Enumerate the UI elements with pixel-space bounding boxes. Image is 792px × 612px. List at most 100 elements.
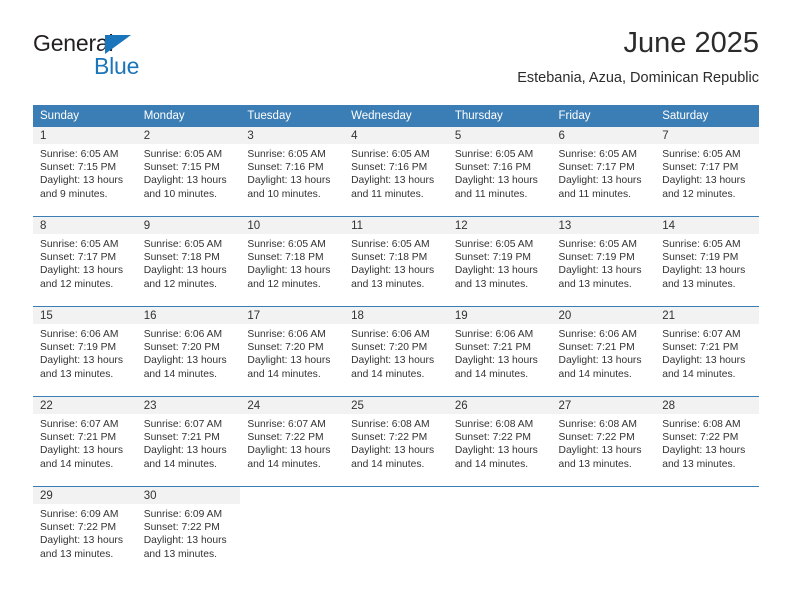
day-number	[447, 487, 552, 504]
sunrise-line: Sunrise: 6:09 AM	[143, 509, 223, 520]
daylight-line-2: and 14 minutes.	[454, 368, 529, 380]
day-details: Sunrise: 6:05 AM Sunset: 7:16 PM Dayligh…	[448, 144, 552, 201]
day-details: Sunrise: 6:08 AM Sunset: 7:22 PM Dayligh…	[448, 414, 552, 471]
sunrise-line: Sunrise: 6:06 AM	[454, 329, 534, 340]
day-cell[interactable]: 21 Sunrise: 6:07 AM Sunset: 7:21 PM Dayl…	[655, 306, 759, 397]
day-cell[interactable]: 10 Sunrise: 6:05 AM Sunset: 7:18 PM Dayl…	[240, 216, 345, 307]
daylight-line-2: and 14 minutes.	[662, 368, 736, 380]
calendar-header-row: Sunday Monday Tuesday Wednesday Thursday…	[33, 105, 759, 127]
day-number: 23	[136, 397, 241, 414]
daylight-line-1: Daylight: 13 hours	[454, 445, 538, 457]
day-number: 20	[551, 307, 656, 324]
weekday-header-sunday: Sunday	[33, 105, 137, 127]
day-cell[interactable]: 24 Sunrise: 6:07 AM Sunset: 7:22 PM Dayl…	[240, 396, 345, 487]
sunrise-line: Sunrise: 6:05 AM	[558, 239, 637, 250]
day-number	[655, 487, 759, 504]
sunrise-line: Sunrise: 6:05 AM	[143, 239, 223, 250]
day-cell[interactable]: 8 Sunrise: 6:05 AM Sunset: 7:17 PM Dayli…	[33, 216, 137, 307]
day-cell[interactable]: 20 Sunrise: 6:06 AM Sunset: 7:21 PM Dayl…	[551, 306, 656, 397]
day-cell[interactable]: 11 Sunrise: 6:05 AM Sunset: 7:18 PM Dayl…	[344, 216, 448, 307]
day-details: Sunrise: 6:09 AM Sunset: 7:22 PM Dayligh…	[33, 504, 137, 561]
day-cell[interactable]: 15 Sunrise: 6:06 AM Sunset: 7:19 PM Dayl…	[33, 306, 137, 397]
day-cell[interactable]: 7 Sunrise: 6:05 AM Sunset: 7:17 PM Dayli…	[655, 127, 759, 217]
day-cell-empty	[551, 486, 656, 576]
day-number	[551, 487, 656, 504]
day-cell[interactable]: 16 Sunrise: 6:06 AM Sunset: 7:20 PM Dayl…	[136, 306, 241, 397]
day-number: 1	[33, 127, 137, 144]
day-cell[interactable]: 14 Sunrise: 6:05 AM Sunset: 7:19 PM Dayl…	[655, 216, 759, 307]
sunrise-line: Sunrise: 6:09 AM	[40, 509, 119, 520]
day-details: Sunrise: 6:05 AM Sunset: 7:16 PM Dayligh…	[344, 144, 448, 201]
day-cell[interactable]: 18 Sunrise: 6:06 AM Sunset: 7:20 PM Dayl…	[344, 306, 448, 397]
sunset-line: Sunset: 7:22 PM	[662, 432, 739, 444]
day-cell[interactable]: 17 Sunrise: 6:06 AM Sunset: 7:20 PM Dayl…	[240, 306, 345, 397]
daylight-line-2: and 12 minutes.	[662, 188, 736, 200]
daylight-line-2: and 11 minutes.	[454, 188, 528, 200]
daylight-line-2: and 14 minutes.	[558, 368, 632, 380]
sunset-line: Sunset: 7:15 PM	[40, 162, 117, 174]
sunset-line: Sunset: 7:18 PM	[143, 252, 220, 264]
daylight-line-1: Daylight: 13 hours	[351, 265, 435, 277]
sunrise-line: Sunrise: 6:06 AM	[351, 329, 430, 340]
calendar-week-row: 29 Sunrise: 6:09 AM Sunset: 7:22 PM Dayl…	[33, 486, 759, 576]
daylight-line-1: Daylight: 13 hours	[143, 355, 227, 367]
day-cell[interactable]: 23 Sunrise: 6:07 AM Sunset: 7:21 PM Dayl…	[136, 396, 241, 487]
day-cell[interactable]: 22 Sunrise: 6:07 AM Sunset: 7:21 PM Dayl…	[33, 396, 137, 487]
day-cell[interactable]: 4 Sunrise: 6:05 AM Sunset: 7:16 PM Dayli…	[344, 127, 448, 217]
sunset-line: Sunset: 7:17 PM	[40, 252, 117, 264]
day-cell[interactable]: 5 Sunrise: 6:05 AM Sunset: 7:16 PM Dayli…	[447, 127, 552, 217]
day-number: 19	[447, 307, 552, 324]
sunrise-line: Sunrise: 6:07 AM	[40, 419, 119, 430]
day-number: 25	[344, 397, 448, 414]
daylight-line-2: and 14 minutes.	[143, 368, 217, 380]
sunset-line: Sunset: 7:22 PM	[351, 432, 428, 444]
day-number: 18	[344, 307, 448, 324]
daylight-line-2: and 9 minutes.	[40, 188, 108, 200]
daylight-line-1: Daylight: 13 hours	[247, 355, 331, 367]
day-cell[interactable]: 30 Sunrise: 6:09 AM Sunset: 7:22 PM Dayl…	[136, 486, 241, 576]
day-cell[interactable]: 26 Sunrise: 6:08 AM Sunset: 7:22 PM Dayl…	[447, 396, 552, 487]
day-cell[interactable]: 19 Sunrise: 6:06 AM Sunset: 7:21 PM Dayl…	[447, 306, 552, 397]
daylight-line-2: and 10 minutes.	[247, 188, 321, 200]
daylight-line-1: Daylight: 13 hours	[143, 445, 227, 457]
daylight-line-1: Daylight: 13 hours	[40, 535, 123, 547]
day-number: 14	[655, 217, 759, 234]
daylight-line-2: and 11 minutes.	[351, 188, 424, 200]
calendar-week-row: 15 Sunrise: 6:06 AM Sunset: 7:19 PM Dayl…	[33, 306, 759, 397]
generalblue-logo[interactable]: General Blue	[33, 30, 233, 86]
day-number: 12	[447, 217, 552, 234]
sunset-line: Sunset: 7:19 PM	[558, 252, 635, 264]
sunset-line: Sunset: 7:17 PM	[558, 162, 635, 174]
day-cell[interactable]: 9 Sunrise: 6:05 AM Sunset: 7:18 PM Dayli…	[136, 216, 241, 307]
daylight-line-2: and 13 minutes.	[143, 548, 217, 560]
day-cell[interactable]: 6 Sunrise: 6:05 AM Sunset: 7:17 PM Dayli…	[551, 127, 656, 217]
sunrise-line: Sunrise: 6:07 AM	[662, 329, 741, 340]
day-cell[interactable]: 25 Sunrise: 6:08 AM Sunset: 7:22 PM Dayl…	[344, 396, 448, 487]
day-cell-empty	[655, 486, 759, 576]
day-number: 26	[447, 397, 552, 414]
day-details: Sunrise: 6:05 AM Sunset: 7:18 PM Dayligh…	[240, 234, 344, 291]
day-cell[interactable]: 1 Sunrise: 6:05 AM Sunset: 7:15 PM Dayli…	[33, 127, 137, 217]
day-cell[interactable]: 2 Sunrise: 6:05 AM Sunset: 7:15 PM Dayli…	[136, 127, 241, 217]
daylight-line-1: Daylight: 13 hours	[40, 355, 123, 367]
day-number: 10	[240, 217, 345, 234]
weekday-header-monday: Monday	[136, 105, 241, 127]
day-cell[interactable]: 29 Sunrise: 6:09 AM Sunset: 7:22 PM Dayl…	[33, 486, 137, 576]
daylight-line-1: Daylight: 13 hours	[558, 355, 642, 367]
calendar-page: General Blue June 2025 Estebania, Azua, …	[0, 0, 792, 612]
sunset-line: Sunset: 7:22 PM	[247, 432, 324, 444]
day-number: 3	[240, 127, 345, 144]
day-cell[interactable]: 27 Sunrise: 6:08 AM Sunset: 7:22 PM Dayl…	[551, 396, 656, 487]
day-number: 4	[344, 127, 448, 144]
weekday-header-tuesday: Tuesday	[240, 105, 345, 127]
daylight-line-1: Daylight: 13 hours	[247, 265, 331, 277]
sunrise-line: Sunrise: 6:08 AM	[351, 419, 430, 430]
day-number: 9	[136, 217, 241, 234]
sunset-line: Sunset: 7:15 PM	[143, 162, 220, 174]
day-cell[interactable]: 12 Sunrise: 6:05 AM Sunset: 7:19 PM Dayl…	[447, 216, 552, 307]
day-number: 5	[447, 127, 552, 144]
day-number: 2	[136, 127, 241, 144]
day-cell[interactable]: 13 Sunrise: 6:05 AM Sunset: 7:19 PM Dayl…	[551, 216, 656, 307]
day-cell[interactable]: 28 Sunrise: 6:08 AM Sunset: 7:22 PM Dayl…	[655, 396, 759, 487]
day-cell[interactable]: 3 Sunrise: 6:05 AM Sunset: 7:16 PM Dayli…	[240, 127, 345, 217]
